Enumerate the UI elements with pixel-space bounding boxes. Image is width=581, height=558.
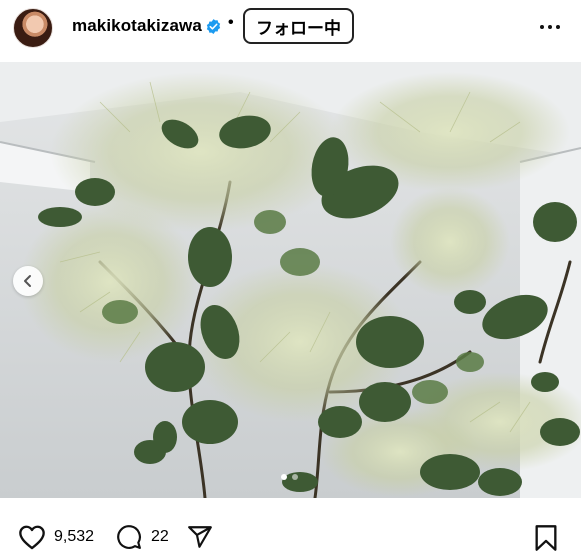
more-options-icon[interactable] — [540, 17, 564, 37]
send-icon[interactable] — [186, 524, 214, 550]
bookmark-icon[interactable] — [533, 524, 559, 552]
carousel-prev-button[interactable] — [13, 266, 43, 296]
heart-icon[interactable] — [18, 524, 46, 550]
username[interactable]: makikotakizawa — [72, 16, 202, 36]
carousel-dot — [292, 474, 298, 480]
carousel-dots — [281, 474, 298, 480]
comment-action[interactable]: 22 — [115, 524, 169, 550]
save-action[interactable] — [533, 524, 559, 552]
post-actions: 9,532 22 — [0, 510, 581, 558]
like-action[interactable]: 9,532 — [18, 524, 94, 550]
header-separator: • — [228, 14, 234, 31]
like-count[interactable]: 9,532 — [54, 528, 94, 546]
chevron-left-icon — [24, 275, 31, 287]
following-button[interactable]: フォロー中 — [243, 8, 354, 44]
photo-illustration — [0, 62, 581, 498]
verified-badge-icon — [206, 19, 221, 34]
carousel-dot-active — [281, 474, 287, 480]
comment-icon[interactable] — [115, 524, 143, 550]
avatar[interactable] — [13, 8, 53, 48]
share-action[interactable] — [186, 524, 214, 550]
comment-count[interactable]: 22 — [151, 528, 169, 546]
post-photo[interactable] — [0, 62, 581, 498]
post-header: makikotakizawa • フォロー中 — [0, 0, 581, 55]
